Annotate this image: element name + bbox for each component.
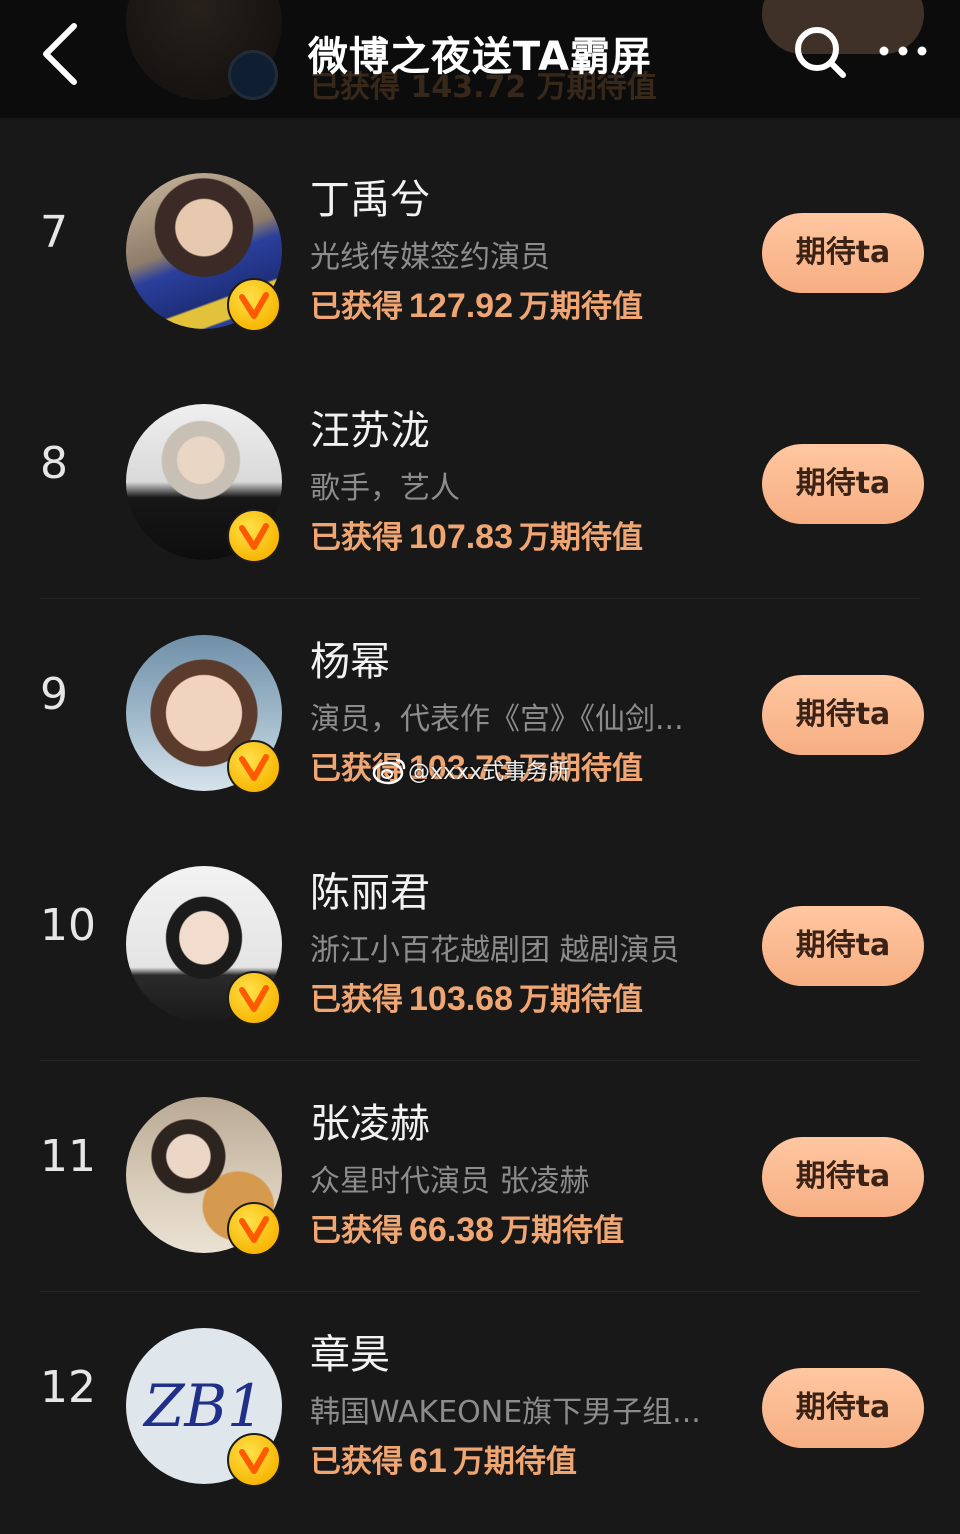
verified-badge-icon [227, 278, 281, 332]
user-name: 汪苏泷 [310, 408, 430, 454]
verified-badge-icon [228, 50, 278, 100]
item-info: 章昊 韩国WAKEONE旗下男子组... 已获得 61 万期待值 [310, 1329, 750, 1482]
avatar[interactable] [126, 635, 282, 794]
vote-prefix: 已获得 [310, 1213, 403, 1249]
user-description: 歌手，艺人 [310, 471, 460, 506]
expect-button[interactable]: 期待ta [762, 906, 924, 986]
more-dots-icon [879, 46, 927, 56]
rank-number: 12 [40, 1362, 96, 1413]
vote-prefix: 已获得 [310, 982, 403, 1018]
vote-value: 103.73 [409, 749, 513, 787]
verified-badge-icon [227, 509, 281, 563]
back-button[interactable] [30, 18, 94, 90]
user-name: 陈丽君 [310, 870, 430, 916]
avatar[interactable] [126, 404, 282, 563]
user-description: 众星时代演员 张凌赫 [310, 1164, 590, 1199]
user-name: 张凌赫 [310, 1101, 430, 1147]
avatar[interactable] [126, 1097, 282, 1256]
avatar[interactable] [126, 866, 282, 1025]
item-info: 杨幂 演员，代表作《宫》《仙剑... 已获得 103.73 万期待值 [310, 636, 750, 789]
top-bar: 已获得 143.72 万期待值 微博之夜送TA霸屏 [0, 0, 960, 118]
user-description: 演员，代表作《宫》《仙剑... [310, 702, 684, 737]
vote-count: 已获得 66.38 万期待值 [310, 1210, 750, 1251]
list-item[interactable]: 11 张凌赫 众星时代演员 张凌赫 已获得 66.38 万期待值 期待ta [0, 1042, 960, 1273]
vote-count: 已获得 103.73 万期待值 [310, 748, 750, 789]
item-info: 张凌赫 众星时代演员 张凌赫 已获得 66.38 万期待值 [310, 1098, 750, 1251]
user-description: 浙江小百花越剧团 越剧演员 [310, 933, 680, 968]
expect-button[interactable]: 期待ta [762, 444, 924, 524]
vote-count: 已获得 103.68 万期待值 [310, 979, 750, 1020]
avatar[interactable] [126, 173, 282, 332]
vote-prefix: 已获得 [310, 751, 403, 787]
vote-suffix: 万期待值 [519, 520, 643, 556]
verified-badge-icon [227, 971, 281, 1025]
item-info: 丁禹兮 光线传媒签约演员 已获得 127.92 万期待值 [310, 174, 750, 327]
vote-suffix: 万期待值 [519, 982, 643, 1018]
expect-button[interactable]: 期待ta [762, 213, 924, 293]
rank-number: 10 [40, 900, 96, 951]
ghost-vote-text: 已获得 143.72 万期待值 [310, 70, 657, 105]
search-button[interactable] [790, 22, 850, 82]
rank-number: 11 [40, 1131, 96, 1182]
vote-prefix: 已获得 [310, 289, 403, 325]
vote-value: 61 [409, 1442, 447, 1480]
list-item[interactable]: 8 汪苏泷 歌手，艺人 已获得 107.83 万期待值 期待ta [0, 349, 960, 580]
avatar[interactable]: ZB1 [126, 1328, 282, 1487]
user-description: 光线传媒签约演员 [310, 240, 550, 275]
verified-badge-icon [227, 1202, 281, 1256]
user-name: 章昊 [310, 1332, 390, 1378]
list-item[interactable]: 10 陈丽君 浙江小百花越剧团 越剧演员 已获得 103.68 万期待值 期待ta [0, 811, 960, 1042]
user-name: 丁禹兮 [310, 177, 430, 223]
vote-prefix: 已获得 [310, 1444, 403, 1480]
list-item[interactable]: 7 丁禹兮 光线传媒签约演员 已获得 127.92 万期待值 期待ta [0, 118, 960, 349]
expect-button[interactable]: 期待ta [762, 1368, 924, 1448]
vote-value: 66.38 [409, 1211, 495, 1249]
list-item[interactable]: 9 杨幂 演员，代表作《宫》《仙剑... 已获得 103.73 万期待值 期待ta [0, 580, 960, 811]
svg-text:ZB1: ZB1 [142, 1372, 264, 1440]
expect-button[interactable]: 期待ta [762, 1137, 924, 1217]
search-icon [795, 27, 846, 78]
chevron-left-icon [43, 23, 77, 85]
vote-prefix: 已获得 [310, 520, 403, 556]
item-info: 汪苏泷 歌手，艺人 已获得 107.83 万期待值 [310, 405, 750, 558]
vote-value: 103.68 [409, 980, 513, 1018]
list-item[interactable]: 12 ZB1 章昊 韩国WAKEONE旗下男子组... 已获得 61 万期待值 期待… [0, 1273, 960, 1504]
vote-suffix: 万期待值 [519, 289, 643, 325]
user-name: 杨幂 [310, 639, 390, 685]
vote-suffix: 万期待值 [519, 751, 643, 787]
rank-number: 8 [40, 438, 68, 489]
verified-badge-icon [227, 740, 281, 794]
vote-suffix: 万期待值 [452, 1444, 577, 1480]
user-description: 韩国WAKEONE旗下男子组... [310, 1395, 701, 1430]
vote-count: 已获得 61 万期待值 [310, 1441, 750, 1482]
item-info: 陈丽君 浙江小百花越剧团 越剧演员 已获得 103.68 万期待值 [310, 867, 750, 1020]
expect-button[interactable]: 期待ta [762, 675, 924, 755]
rank-number: 7 [40, 207, 68, 258]
vote-count: 已获得 107.83 万期待值 [310, 517, 750, 558]
vote-count: 已获得 127.92 万期待值 [310, 286, 750, 327]
vote-suffix: 万期待值 [500, 1213, 625, 1249]
vote-value: 127.92 [409, 287, 513, 325]
rank-number: 9 [40, 669, 68, 720]
more-button[interactable] [874, 26, 934, 76]
verified-badge-icon [227, 1433, 281, 1487]
vote-value: 107.83 [409, 518, 513, 556]
